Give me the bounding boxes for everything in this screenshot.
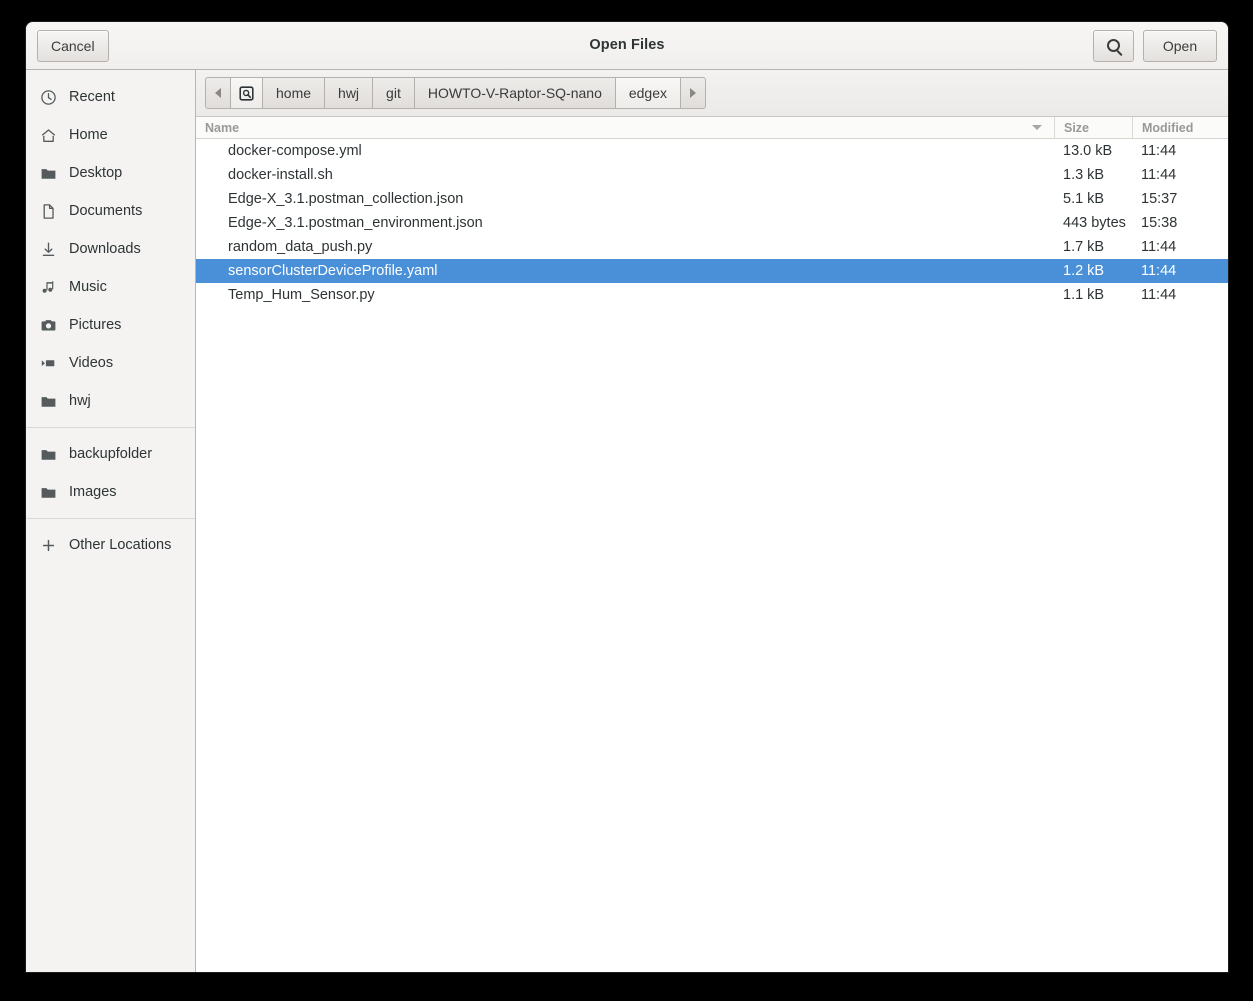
sidebar-item-label: Music (69, 279, 107, 295)
sidebar-item-documents[interactable]: Documents (26, 192, 195, 230)
sidebar-item-hwj[interactable]: hwj (26, 382, 195, 420)
document-icon (40, 203, 57, 220)
breadcrumb-item-edgex[interactable]: edgex (615, 77, 682, 109)
sidebar-item-pictures[interactable]: Pictures (26, 306, 195, 344)
video-icon (40, 355, 57, 372)
folder-icon (40, 165, 57, 182)
sidebar-item-other-locations[interactable]: Other Locations (26, 526, 195, 564)
file-list[interactable]: docker-compose.yml 13.0 kB 11:44 docker-… (196, 139, 1228, 972)
file-name: Temp_Hum_Sensor.py (228, 287, 375, 303)
file-name: random_data_push.py (228, 239, 373, 255)
dialog-title: Open Files (589, 37, 665, 53)
sidebar-item-home[interactable]: Home (26, 116, 195, 154)
sidebar-item-label: backupfolder (69, 446, 153, 462)
file-size: 5.1 kB (1063, 191, 1105, 207)
file-browser-pane: home hwj git HOWTO-V-Raptor-SQ-nano edge… (196, 70, 1228, 972)
sidebar-item-images[interactable]: Images (26, 473, 195, 511)
file-size: 443 bytes (1063, 215, 1126, 231)
file-modified: 11:44 (1141, 263, 1177, 279)
file-name: docker-compose.yml (228, 143, 362, 159)
file-modified: 15:37 (1141, 191, 1178, 207)
sidebar-item-label: Other Locations (69, 537, 172, 553)
chevron-down-icon (1032, 125, 1042, 130)
folder-icon (40, 484, 57, 501)
sidebar-item-recent[interactable]: Recent (26, 78, 195, 116)
breadcrumb-item-howto-v-raptor-sq-nano[interactable]: HOWTO-V-Raptor-SQ-nano (414, 77, 616, 109)
file-name: sensorClusterDeviceProfile.yaml (228, 263, 438, 279)
plus-icon (40, 537, 57, 554)
column-header-modified-label: Modified (1142, 120, 1194, 135)
sidebar-item-label: Recent (69, 89, 115, 105)
sidebar-item-label: Downloads (69, 241, 141, 257)
clock-icon (40, 89, 57, 106)
column-header-size-label: Size (1064, 120, 1090, 135)
file-size: 1.1 kB (1063, 287, 1105, 303)
sidebar-item-backupfolder[interactable]: backupfolder (26, 435, 195, 473)
camera-icon (40, 317, 57, 334)
table-row[interactable]: Edge-X_3.1.postman_environment.json 443 … (196, 211, 1228, 235)
current-location-button[interactable] (231, 77, 263, 109)
column-header-name[interactable]: Name (196, 117, 1054, 138)
sidebar-item-label: Desktop (69, 165, 123, 181)
column-header-modified[interactable]: Modified (1132, 117, 1228, 138)
sidebar-item-videos[interactable]: Videos (26, 344, 195, 382)
breadcrumb-item-home[interactable]: home (263, 77, 326, 109)
folder-icon (40, 393, 57, 410)
music-note-icon (40, 279, 57, 296)
file-name: Edge-X_3.1.postman_collection.json (228, 191, 464, 207)
file-name: Edge-X_3.1.postman_environment.json (228, 215, 483, 231)
file-modified: 11:44 (1141, 287, 1177, 303)
file-size: 13.0 kB (1063, 143, 1113, 159)
column-header-name-label: Name (205, 120, 240, 135)
table-row-selected[interactable]: sensorClusterDeviceProfile.yaml 1.2 kB 1… (196, 259, 1228, 283)
folder-icon (40, 446, 57, 463)
open-button[interactable]: Open (1143, 29, 1217, 62)
table-row[interactable]: docker-install.sh 1.3 kB 11:44 (196, 163, 1228, 187)
file-name: docker-install.sh (228, 167, 333, 183)
table-row[interactable]: Temp_Hum_Sensor.py 1.1 kB 11:44 (196, 283, 1228, 307)
path-forward-button[interactable] (681, 77, 707, 109)
search-icon (1107, 39, 1120, 52)
file-size: 1.3 kB (1063, 167, 1105, 183)
sidebar-item-label: Home (69, 127, 108, 143)
location-icon (239, 85, 254, 101)
sidebar-item-desktop[interactable]: Desktop (26, 154, 195, 192)
file-size: 1.2 kB (1063, 263, 1105, 279)
cancel-button[interactable]: Cancel (37, 29, 109, 62)
search-button[interactable] (1093, 29, 1134, 62)
table-row[interactable]: Edge-X_3.1.postman_collection.json 5.1 k… (196, 187, 1228, 211)
file-modified: 15:38 (1141, 215, 1178, 231)
table-row[interactable]: random_data_push.py 1.7 kB 11:44 (196, 235, 1228, 259)
sidebar-separator (26, 427, 195, 428)
sidebar-item-label: hwj (69, 393, 91, 409)
file-size: 1.7 kB (1063, 239, 1105, 255)
file-modified: 11:44 (1141, 239, 1177, 255)
sidebar-item-label: Pictures (69, 317, 122, 333)
chevron-right-icon (690, 88, 697, 98)
file-modified: 11:44 (1141, 167, 1177, 183)
table-row[interactable]: docker-compose.yml 13.0 kB 11:44 (196, 139, 1228, 163)
sidebar-item-music[interactable]: Music (26, 268, 195, 306)
header-actions: Open (1093, 29, 1217, 62)
sidebar-item-downloads[interactable]: Downloads (26, 230, 195, 268)
path-bar-container: home hwj git HOWTO-V-Raptor-SQ-nano edge… (196, 70, 1228, 117)
breadcrumb-item-hwj[interactable]: hwj (325, 77, 374, 109)
sidebar-item-label: Videos (69, 355, 114, 371)
dialog-body: Recent Home Desktop Documents Downloads … (26, 70, 1228, 972)
breadcrumb-item-git[interactable]: git (373, 77, 415, 109)
chevron-left-icon (215, 88, 221, 98)
open-files-dialog: Cancel Open Files Open Recent Home Deskt… (26, 22, 1228, 972)
download-icon (40, 241, 57, 258)
file-modified: 11:44 (1141, 143, 1177, 159)
places-sidebar[interactable]: Recent Home Desktop Documents Downloads … (26, 70, 196, 972)
sidebar-item-label: Images (69, 484, 117, 500)
sidebar-item-label: Documents (69, 203, 143, 219)
sidebar-separator (26, 518, 195, 519)
header-bar: Cancel Open Files Open (26, 22, 1228, 70)
breadcrumb[interactable]: home hwj git HOWTO-V-Raptor-SQ-nano edge… (205, 77, 707, 109)
column-header-row: Name Size Modified (196, 117, 1228, 139)
path-back-button[interactable] (205, 77, 231, 109)
home-icon (40, 127, 57, 144)
column-header-size[interactable]: Size (1054, 117, 1132, 138)
